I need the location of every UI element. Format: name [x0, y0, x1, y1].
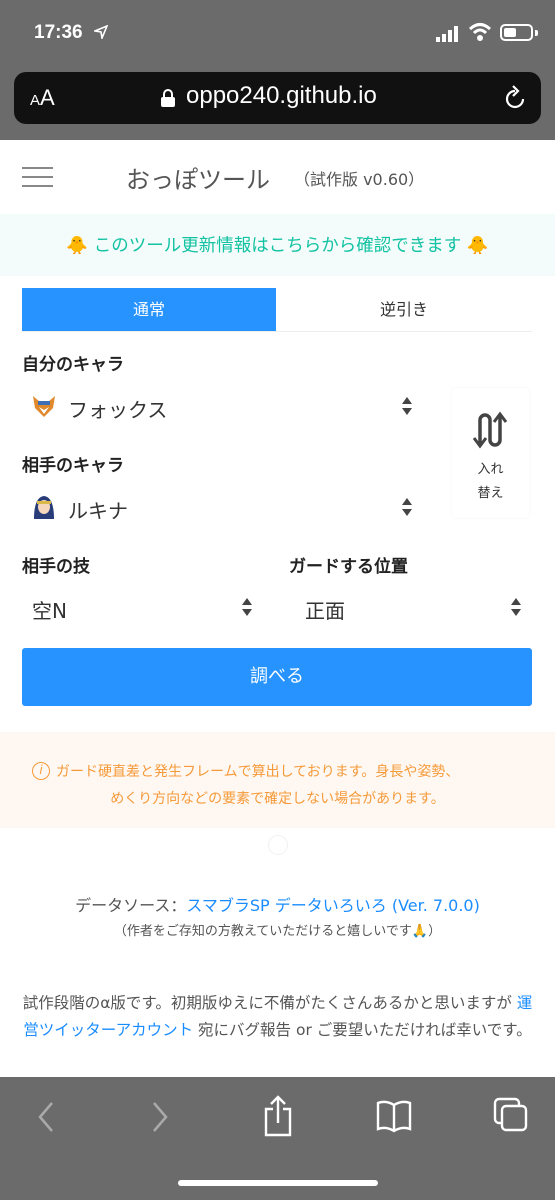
guard-position-select[interactable]: 正面	[289, 583, 531, 631]
opponent-character-label: 相手のキャラ	[22, 456, 124, 476]
author-note: （作者をご存知の方教えていただけると嬉しいです🙏）	[113, 924, 442, 939]
hamburger-menu-icon[interactable]	[22, 167, 53, 187]
lucina-character-icon	[30, 493, 58, 521]
move-label: 相手の技	[22, 557, 90, 577]
browser-top-bar: 17:36 AA oppo240.github.io	[0, 0, 555, 140]
select-arrows-icon	[402, 498, 412, 516]
data-source-line: データソース：スマブラSP データいろいろ (Ver. 7.0.0)	[0, 892, 555, 916]
status-bar: 17:36	[0, 0, 555, 68]
alpha-notice: 試作段階のα版です。初期版ゆえに不備がたくさんあるかと思いますが 運営ツイッター…	[22, 994, 533, 1039]
warning-line-2: めくり方向などの要素で確定しない場合があります。	[110, 791, 445, 807]
status-time: 17:36	[34, 22, 83, 43]
bookmarks-icon[interactable]	[376, 1099, 412, 1133]
tab-normal[interactable]: 通常	[22, 288, 276, 331]
swap-characters-button[interactable]: 入れ 替え	[452, 388, 529, 518]
page-title: おっぽツール	[126, 166, 270, 194]
info-icon: i	[32, 762, 50, 780]
tab-reverse-lookup[interactable]: 逆引き	[276, 288, 532, 331]
opponent-character-select[interactable]: ルキナ	[22, 483, 422, 531]
mode-tabs: 通常 逆引き	[22, 288, 532, 332]
forward-icon[interactable]	[148, 1097, 172, 1137]
warning-line-1: ガード硬直差と発生フレームで算出しております。身長や姿勢、	[56, 764, 460, 780]
update-notice-link[interactable]: 🐥 このツール更新情報はこちらから確認できます 🐥	[0, 232, 555, 257]
guard-position-label: ガードする位置	[289, 557, 408, 577]
page-version: （試作版 v0.60）	[294, 170, 425, 189]
move-value: 空N	[32, 599, 67, 623]
select-arrows-icon	[242, 598, 252, 616]
my-character-label: 自分のキャラ	[22, 355, 124, 375]
my-character-value: フォックス	[68, 398, 168, 422]
lock-icon	[161, 89, 175, 107]
reload-icon[interactable]	[503, 85, 527, 111]
battery-icon	[500, 24, 533, 41]
select-arrows-icon	[402, 397, 412, 415]
guard-position-value: 正面	[305, 599, 345, 623]
share-icon[interactable]	[262, 1095, 294, 1137]
cellular-signal-icon	[436, 26, 458, 42]
web-page: おっぽツール （試作版 v0.60） 🐥 このツール更新情報はこちらから確認でき…	[0, 140, 555, 1077]
my-character-select[interactable]: フォックス	[22, 382, 422, 430]
warning-box: i ガード硬直差と発生フレームで算出しております。身長や姿勢、 めくり方向などの…	[0, 732, 555, 828]
select-arrows-icon	[511, 598, 521, 616]
move-select[interactable]: 空N	[22, 583, 262, 631]
fox-character-icon	[30, 392, 58, 420]
update-notice-banner[interactable]: 🐥 このツール更新情報はこちらから確認できます 🐥	[0, 214, 555, 276]
swap-arrows-icon	[472, 411, 508, 449]
address-bar[interactable]: AA oppo240.github.io	[14, 72, 541, 124]
search-button[interactable]: 調べる	[22, 648, 532, 706]
tabs-icon[interactable]	[493, 1097, 529, 1133]
wifi-icon	[468, 23, 492, 41]
reader-settings-button[interactable]: AA	[30, 85, 55, 111]
data-source-link[interactable]: スマブラSP データいろいろ (Ver. 7.0.0)	[186, 896, 480, 915]
back-icon[interactable]	[34, 1097, 58, 1137]
loading-indicator	[268, 835, 288, 855]
url-text: oppo240.github.io	[186, 82, 377, 109]
data-source-prefix: データソース：	[75, 896, 187, 915]
location-arrow-icon	[94, 25, 108, 39]
home-indicator	[178, 1180, 378, 1186]
swap-label: 入れ 替え	[477, 462, 504, 501]
opponent-character-value: ルキナ	[68, 499, 128, 523]
